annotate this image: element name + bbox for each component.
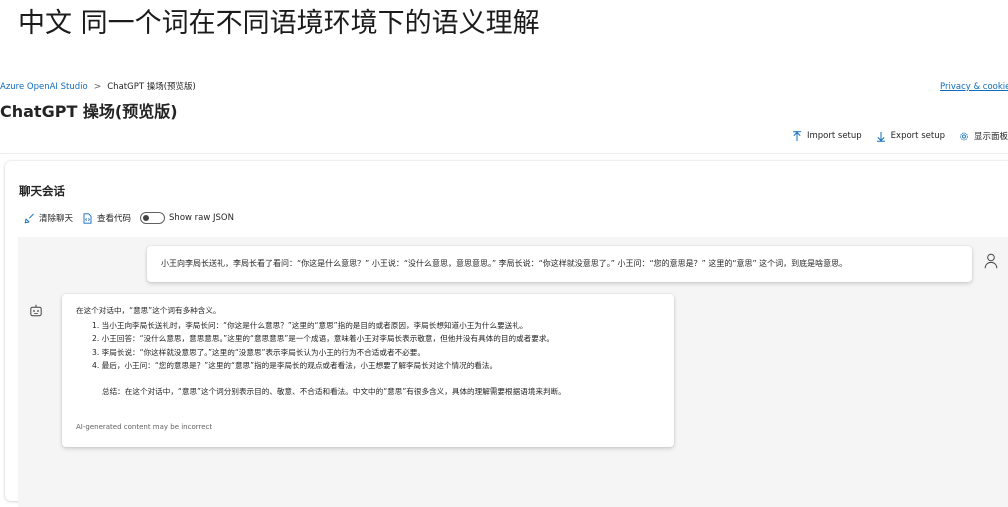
toolbar: Import setup Export setup 显示面板 [792, 128, 1008, 144]
ai-disclaimer: AI-generated content may be incorrect [76, 423, 213, 431]
page-heading: 中文 同一个词在不同语境环境下的语义理解 [18, 8, 540, 39]
breadcrumb-root-link[interactable]: Azure OpenAI Studio [0, 81, 88, 93]
chat-actions: 清除聊天 查看代码 Show raw JSON [24, 211, 234, 225]
clear-chat-label: 清除聊天 [39, 214, 74, 224]
assistant-intro: 在这个对话中，“意思”这个词有多种含义。 [76, 306, 221, 315]
chat-session-panel: 聊天会话 清除聊天 查看代码 Show raw JSON 小王向李局长送礼，李局… [5, 161, 1008, 507]
download-icon [876, 131, 886, 142]
assistant-points-list: 1. 当小王向李局长送礼时，李局长问：“你这是什么意思？”这里的“意思”指的是目… [92, 319, 554, 373]
breadcrumb-separator: > [93, 82, 102, 92]
page-title: ChatGPT 操场(预览版) [0, 102, 178, 121]
show-panels-button[interactable]: 显示面板 [959, 130, 1008, 142]
show-panels-label: 显示面板 [973, 132, 1008, 142]
show-raw-json-toggle[interactable] [140, 212, 166, 224]
header-divider [0, 153, 1008, 154]
breadcrumb-current: ChatGPT 操场(预览版) [107, 82, 196, 92]
upload-icon [792, 130, 802, 142]
code-file-icon [82, 212, 93, 224]
broom-icon [24, 213, 35, 224]
export-setup-button[interactable]: Export setup [876, 131, 945, 142]
clear-chat-button[interactable]: 清除聊天 [24, 212, 73, 224]
user-message: 小王向李局长送礼，李局长看了看问：“你这是什么意思？” 小王说：“没什么意思，意… [147, 246, 972, 282]
list-item: 3. 李局长说：“你这样就没意思了。”这里的“没意思”表示李局长认为小王的行为不… [92, 347, 425, 357]
import-setup-label: Import setup [806, 131, 862, 141]
gear-icon [959, 131, 969, 142]
assistant-summary: 总结：在这个对话中，“意思”这个词分别表示目的、敬意、不合适和看法。中文中的“意… [102, 387, 566, 396]
import-setup-button[interactable]: Import setup [792, 130, 862, 142]
export-setup-label: Export setup [890, 131, 945, 141]
view-code-label: 查看代码 [97, 214, 132, 224]
assistant-bot-icon [29, 303, 43, 317]
chat-session-title: 聊天会话 [19, 184, 65, 198]
raw-json-toggle-group: Show raw JSON [140, 212, 234, 224]
list-item: 1. 当小王向李局长送礼时，李局长问：“你这是什么意思？”这里的“意思”指的是目… [92, 321, 528, 330]
assistant-message: 在这个对话中，“意思”这个词有多种含义。 1. 当小王向李局长送礼时，李局长问：… [62, 294, 674, 447]
user-avatar-icon [984, 253, 998, 269]
list-item: 4. 最后，小王问：“您的意思是？”这里的“意思”指的是李局长的观点或者看法，小… [92, 361, 498, 371]
view-code-button[interactable]: 查看代码 [82, 212, 131, 224]
privacy-link[interactable]: Privacy & cookies [940, 81, 1008, 93]
toggle-knob [143, 215, 150, 221]
breadcrumb: Azure OpenAI Studio > ChatGPT 操场(预览版) [0, 81, 196, 93]
show-raw-json-label: Show raw JSON [169, 213, 234, 223]
chat-messages-area: 小王向李局长送礼，李局长看了看问：“你这是什么意思？” 小王说：“没什么意思，意… [18, 237, 1008, 507]
list-item: 2. 小王回答：“没什么意思，意思意思。”这里的“意思意思”是一个成语，意味着小… [92, 334, 555, 344]
